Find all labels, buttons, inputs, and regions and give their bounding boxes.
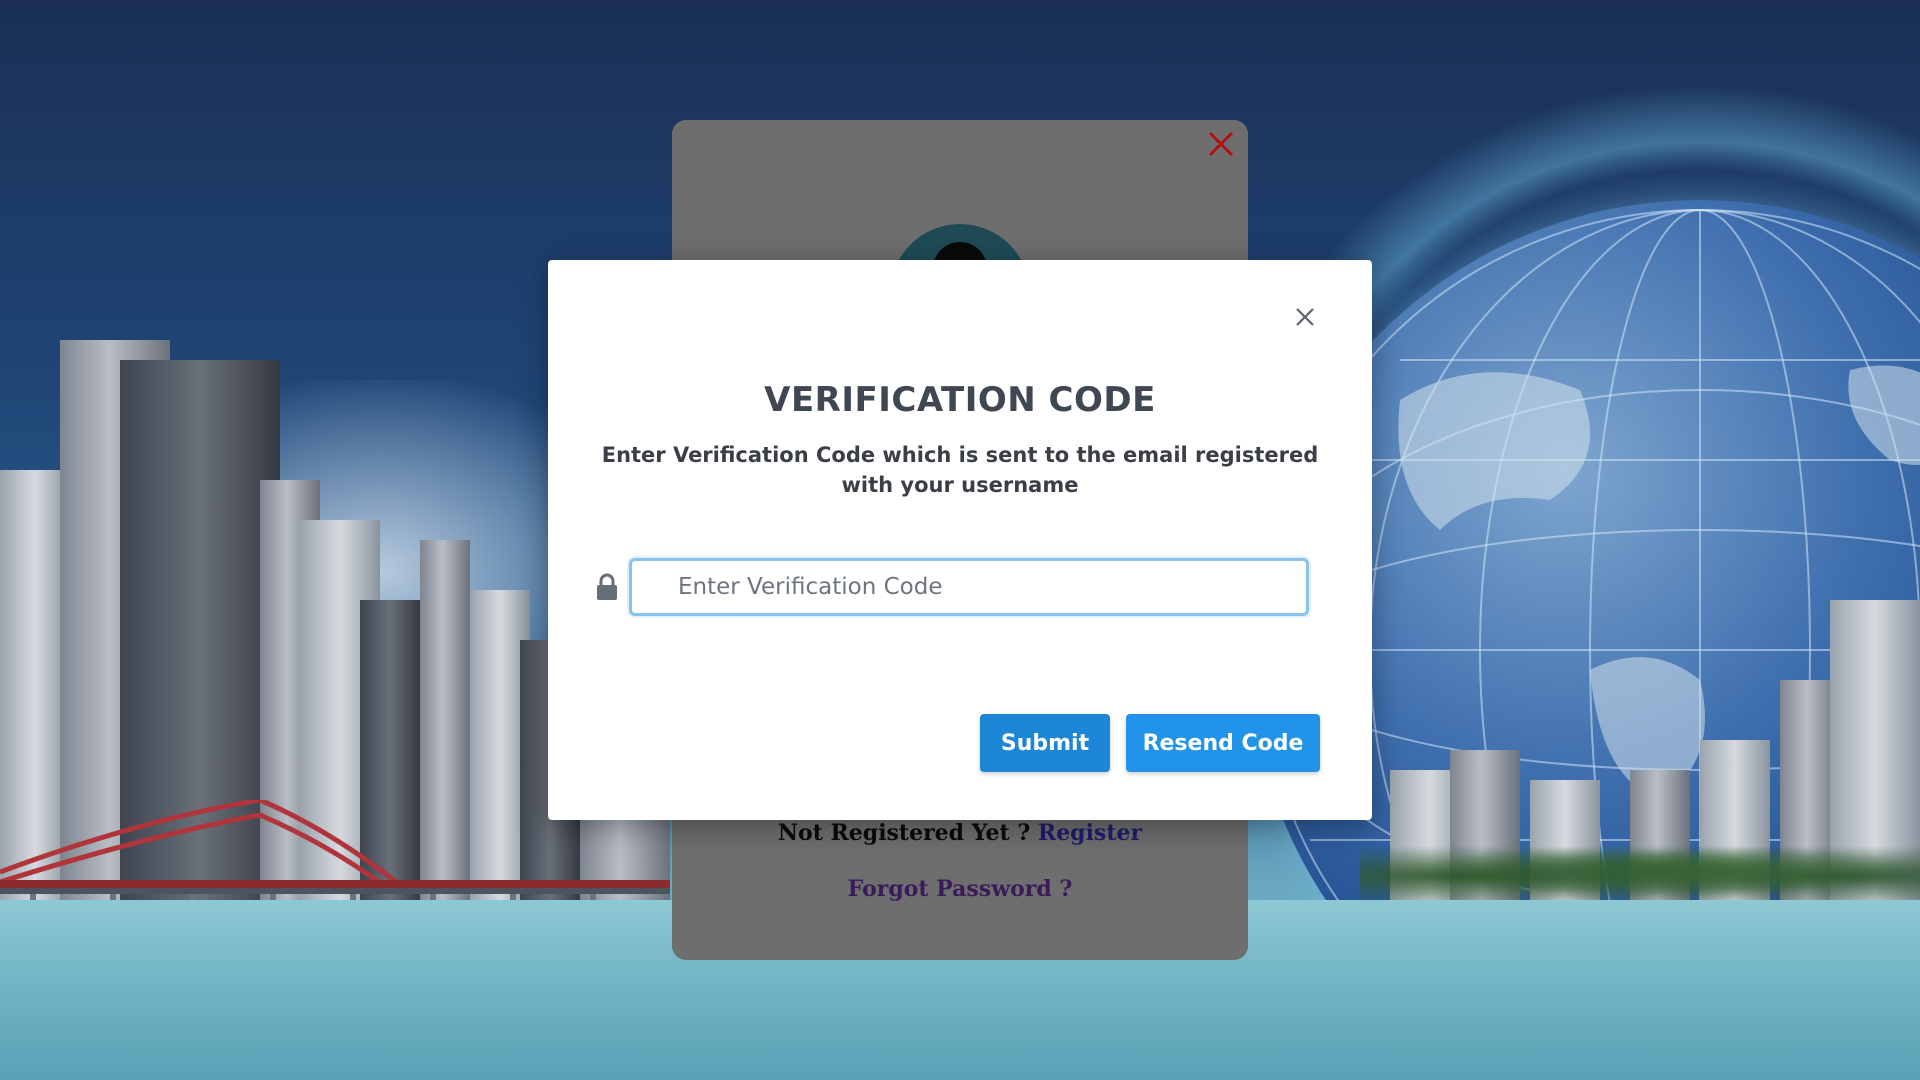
submit-button[interactable]: Submit [980,714,1110,772]
verification-modal: VERIFICATION CODE Enter Verification Cod… [548,260,1372,820]
resend-code-button[interactable]: Resend Code [1126,714,1320,772]
lock-icon [595,573,619,601]
modal-title: VERIFICATION CODE [764,380,1156,420]
modal-description: Enter Verification Code which is sent to… [601,443,1319,497]
modal-close-button[interactable] [1290,302,1320,332]
close-icon [1296,308,1314,326]
verification-code-input[interactable] [629,558,1309,616]
